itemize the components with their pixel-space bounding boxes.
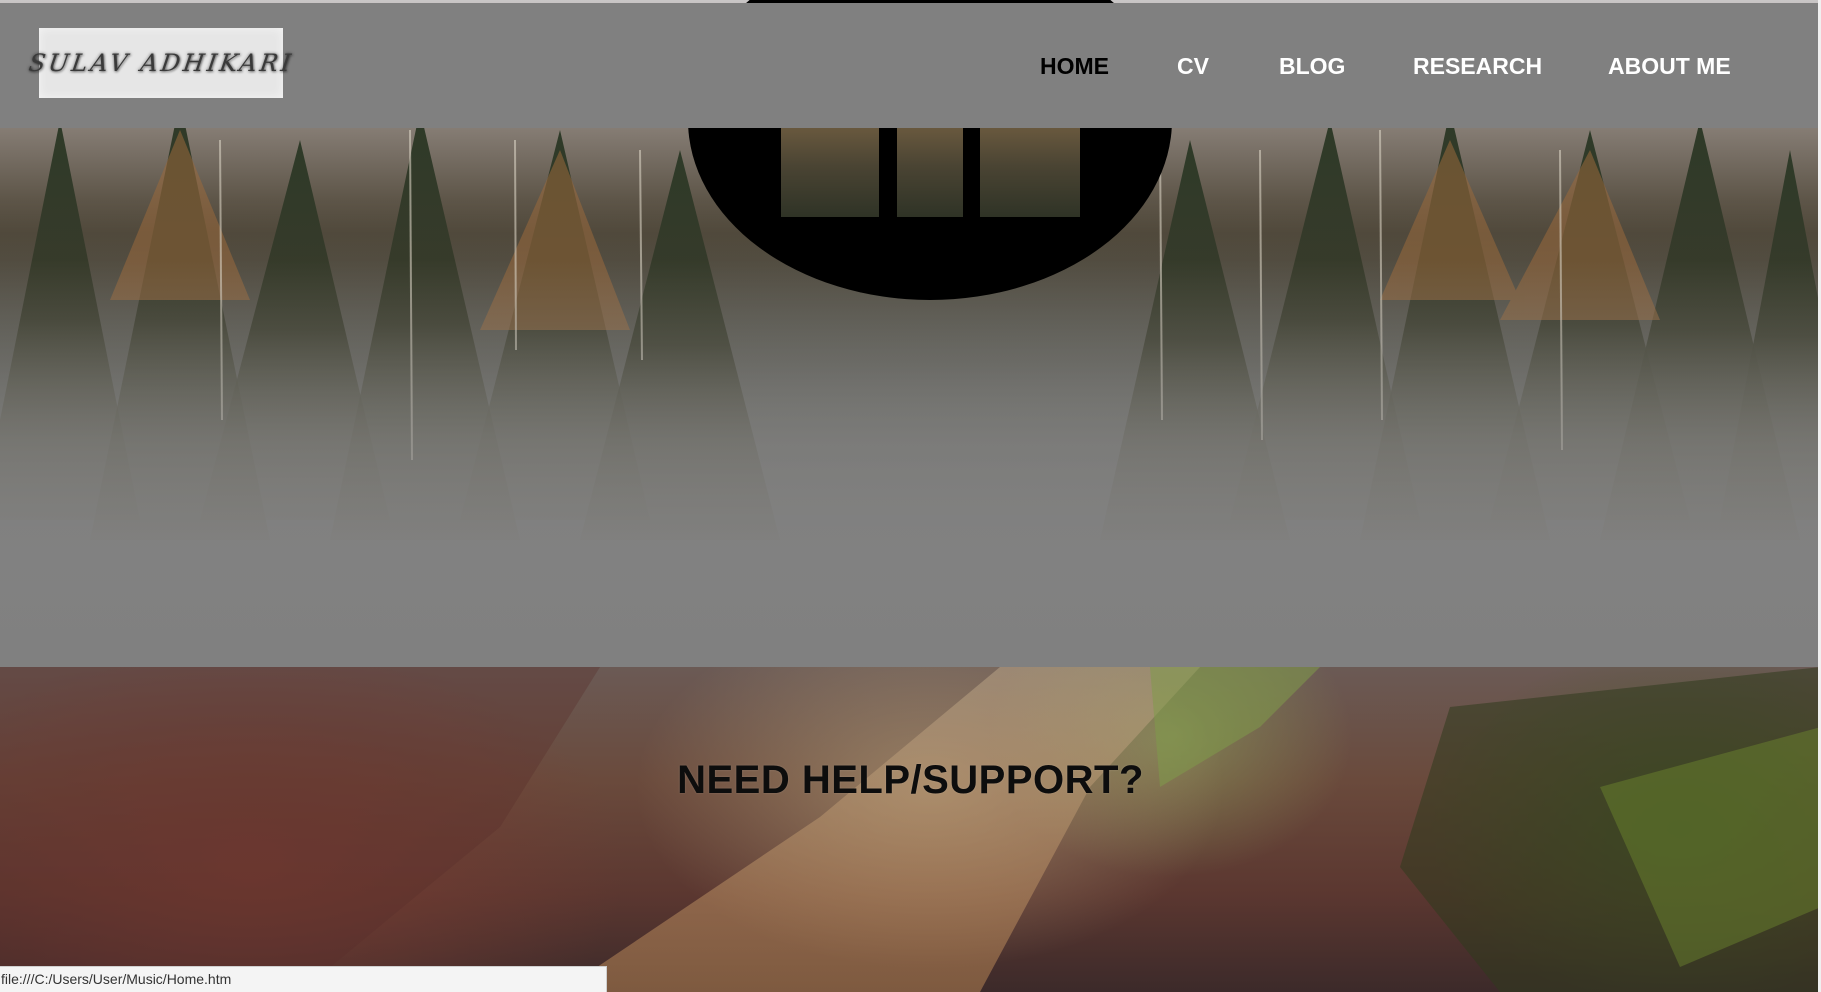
nav-research[interactable]: RESEARCH (1413, 53, 1542, 80)
nav-home[interactable]: HOME (1040, 53, 1109, 80)
support-section: NEED HELP/SUPPORT? (0, 667, 1821, 992)
browser-status-bar: file:///C:/Users/User/Music/Home.htm (0, 966, 607, 992)
page: SULAV ADHIKARI HOME CV BLOG RESEARCH ABO… (0, 0, 1821, 992)
nav-cv[interactable]: CV (1177, 53, 1209, 80)
emblem-window-middle (897, 125, 963, 217)
emblem-window-right (980, 125, 1080, 217)
nav-blog[interactable]: BLOG (1279, 53, 1345, 80)
status-url: file:///C:/Users/User/Music/Home.htm (1, 971, 232, 987)
main-nav: HOME CV BLOG RESEARCH ABOUT ME (0, 53, 1818, 87)
support-heading: NEED HELP/SUPPORT? (677, 758, 1144, 802)
path-illustration (0, 667, 1821, 992)
emblem-window-left (781, 125, 879, 217)
navbar: SULAV ADHIKARI HOME CV BLOG RESEARCH ABO… (0, 3, 1818, 128)
nav-about-me[interactable]: ABOUT ME (1608, 53, 1731, 80)
